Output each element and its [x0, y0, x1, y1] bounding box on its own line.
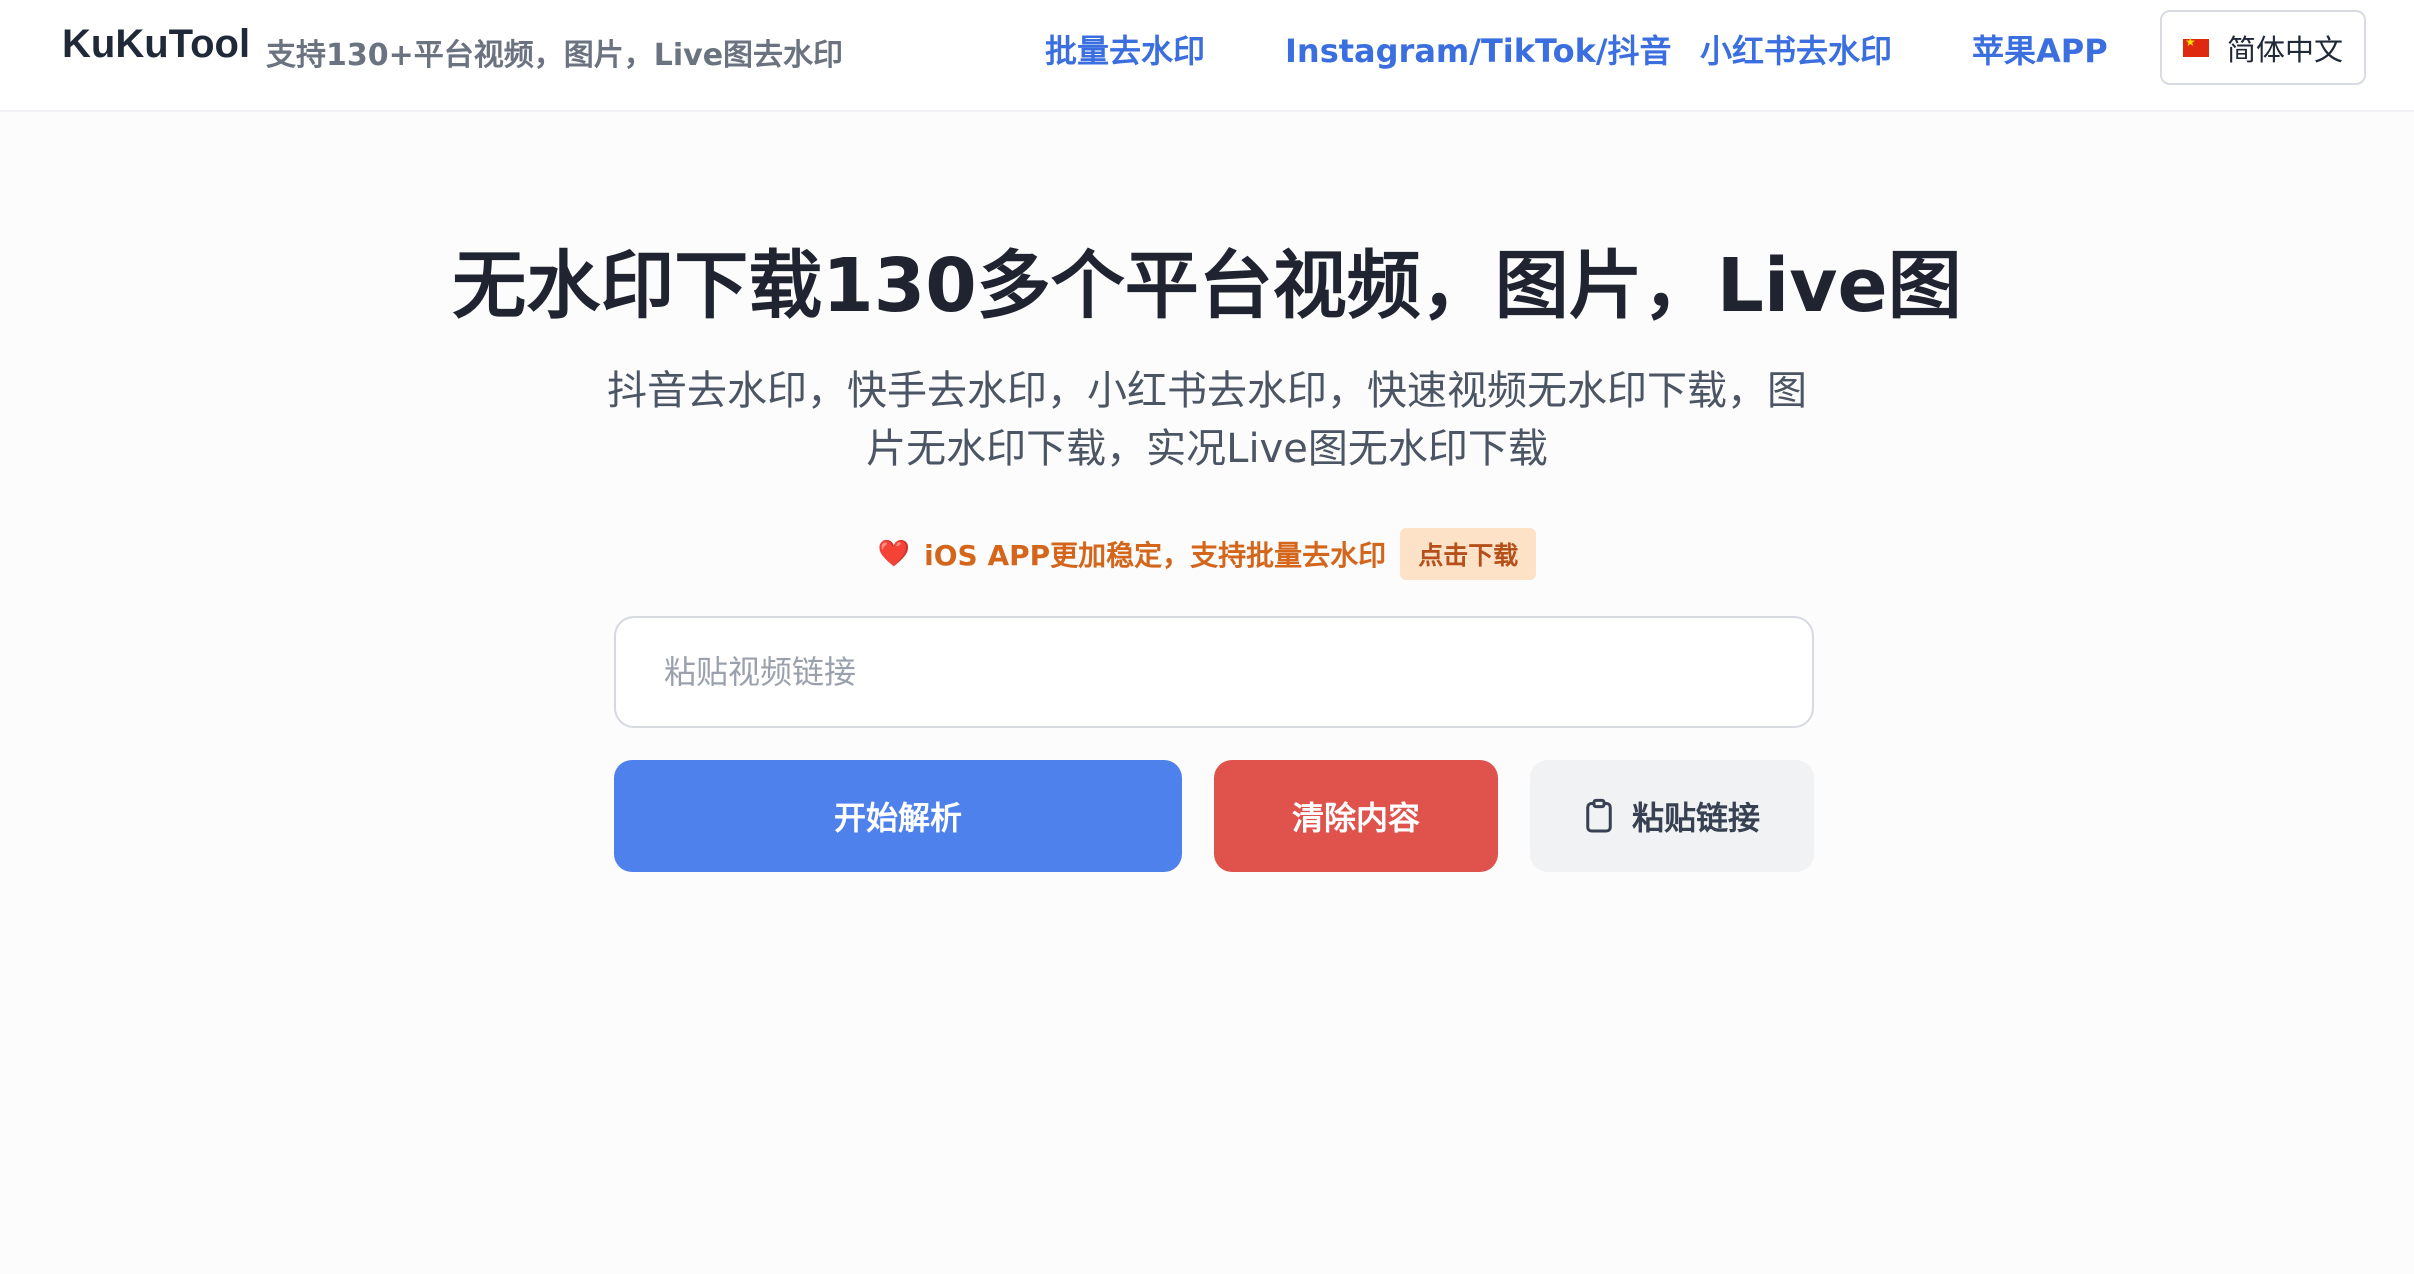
paste-link-label: 粘贴链接: [1631, 799, 1760, 837]
video-link-input[interactable]: [614, 616, 1814, 728]
language-selector[interactable]: 简体中文: [2160, 10, 2366, 85]
download-app-badge[interactable]: 点击下载: [1400, 528, 1537, 580]
promo-text: iOS APP更加稳定，支持批量去水印: [924, 539, 1387, 572]
nav-link-instagram-tiktok[interactable]: Instagram/TikTok/抖音: [1285, 26, 1672, 72]
china-flag-icon: [2182, 35, 2209, 57]
ios-app-promo: ❤️ iOS APP更加稳定，支持批量去水印 点击下载: [0, 528, 2414, 580]
heart-icon: ❤️: [877, 539, 911, 569]
nav-link-ios-app[interactable]: 苹果APP: [1972, 26, 2108, 72]
clear-content-button[interactable]: 清除内容: [1214, 760, 1498, 872]
top-header: KuKuTool 支持130+平台视频，图片，Live图去水印 批量去水印 In…: [0, 0, 2414, 112]
clear-content-label: 清除内容: [1291, 799, 1420, 837]
brand-logo[interactable]: KuKuTool: [62, 22, 250, 67]
brand-tagline: 支持130+平台视频，图片，Live图去水印: [266, 38, 844, 73]
nav-link-batch[interactable]: 批量去水印: [1045, 26, 1205, 72]
clipboard-icon: [1586, 798, 1612, 833]
page-title: 无水印下载130多个平台视频，图片，Live图: [452, 243, 1962, 329]
nav-link-xiaohongshu[interactable]: 小红书去水印: [1700, 26, 1892, 72]
paste-link-button[interactable]: 粘贴链接: [1530, 760, 1814, 872]
page-subtitle: 抖音去水印，快手去水印，小红书去水印，快速视频无水印下载，图片无水印下载，实况L…: [607, 368, 1807, 472]
start-parse-label: 开始解析: [833, 799, 962, 837]
start-parse-button[interactable]: 开始解析: [614, 760, 1182, 872]
language-label: 简体中文: [2226, 32, 2343, 67]
